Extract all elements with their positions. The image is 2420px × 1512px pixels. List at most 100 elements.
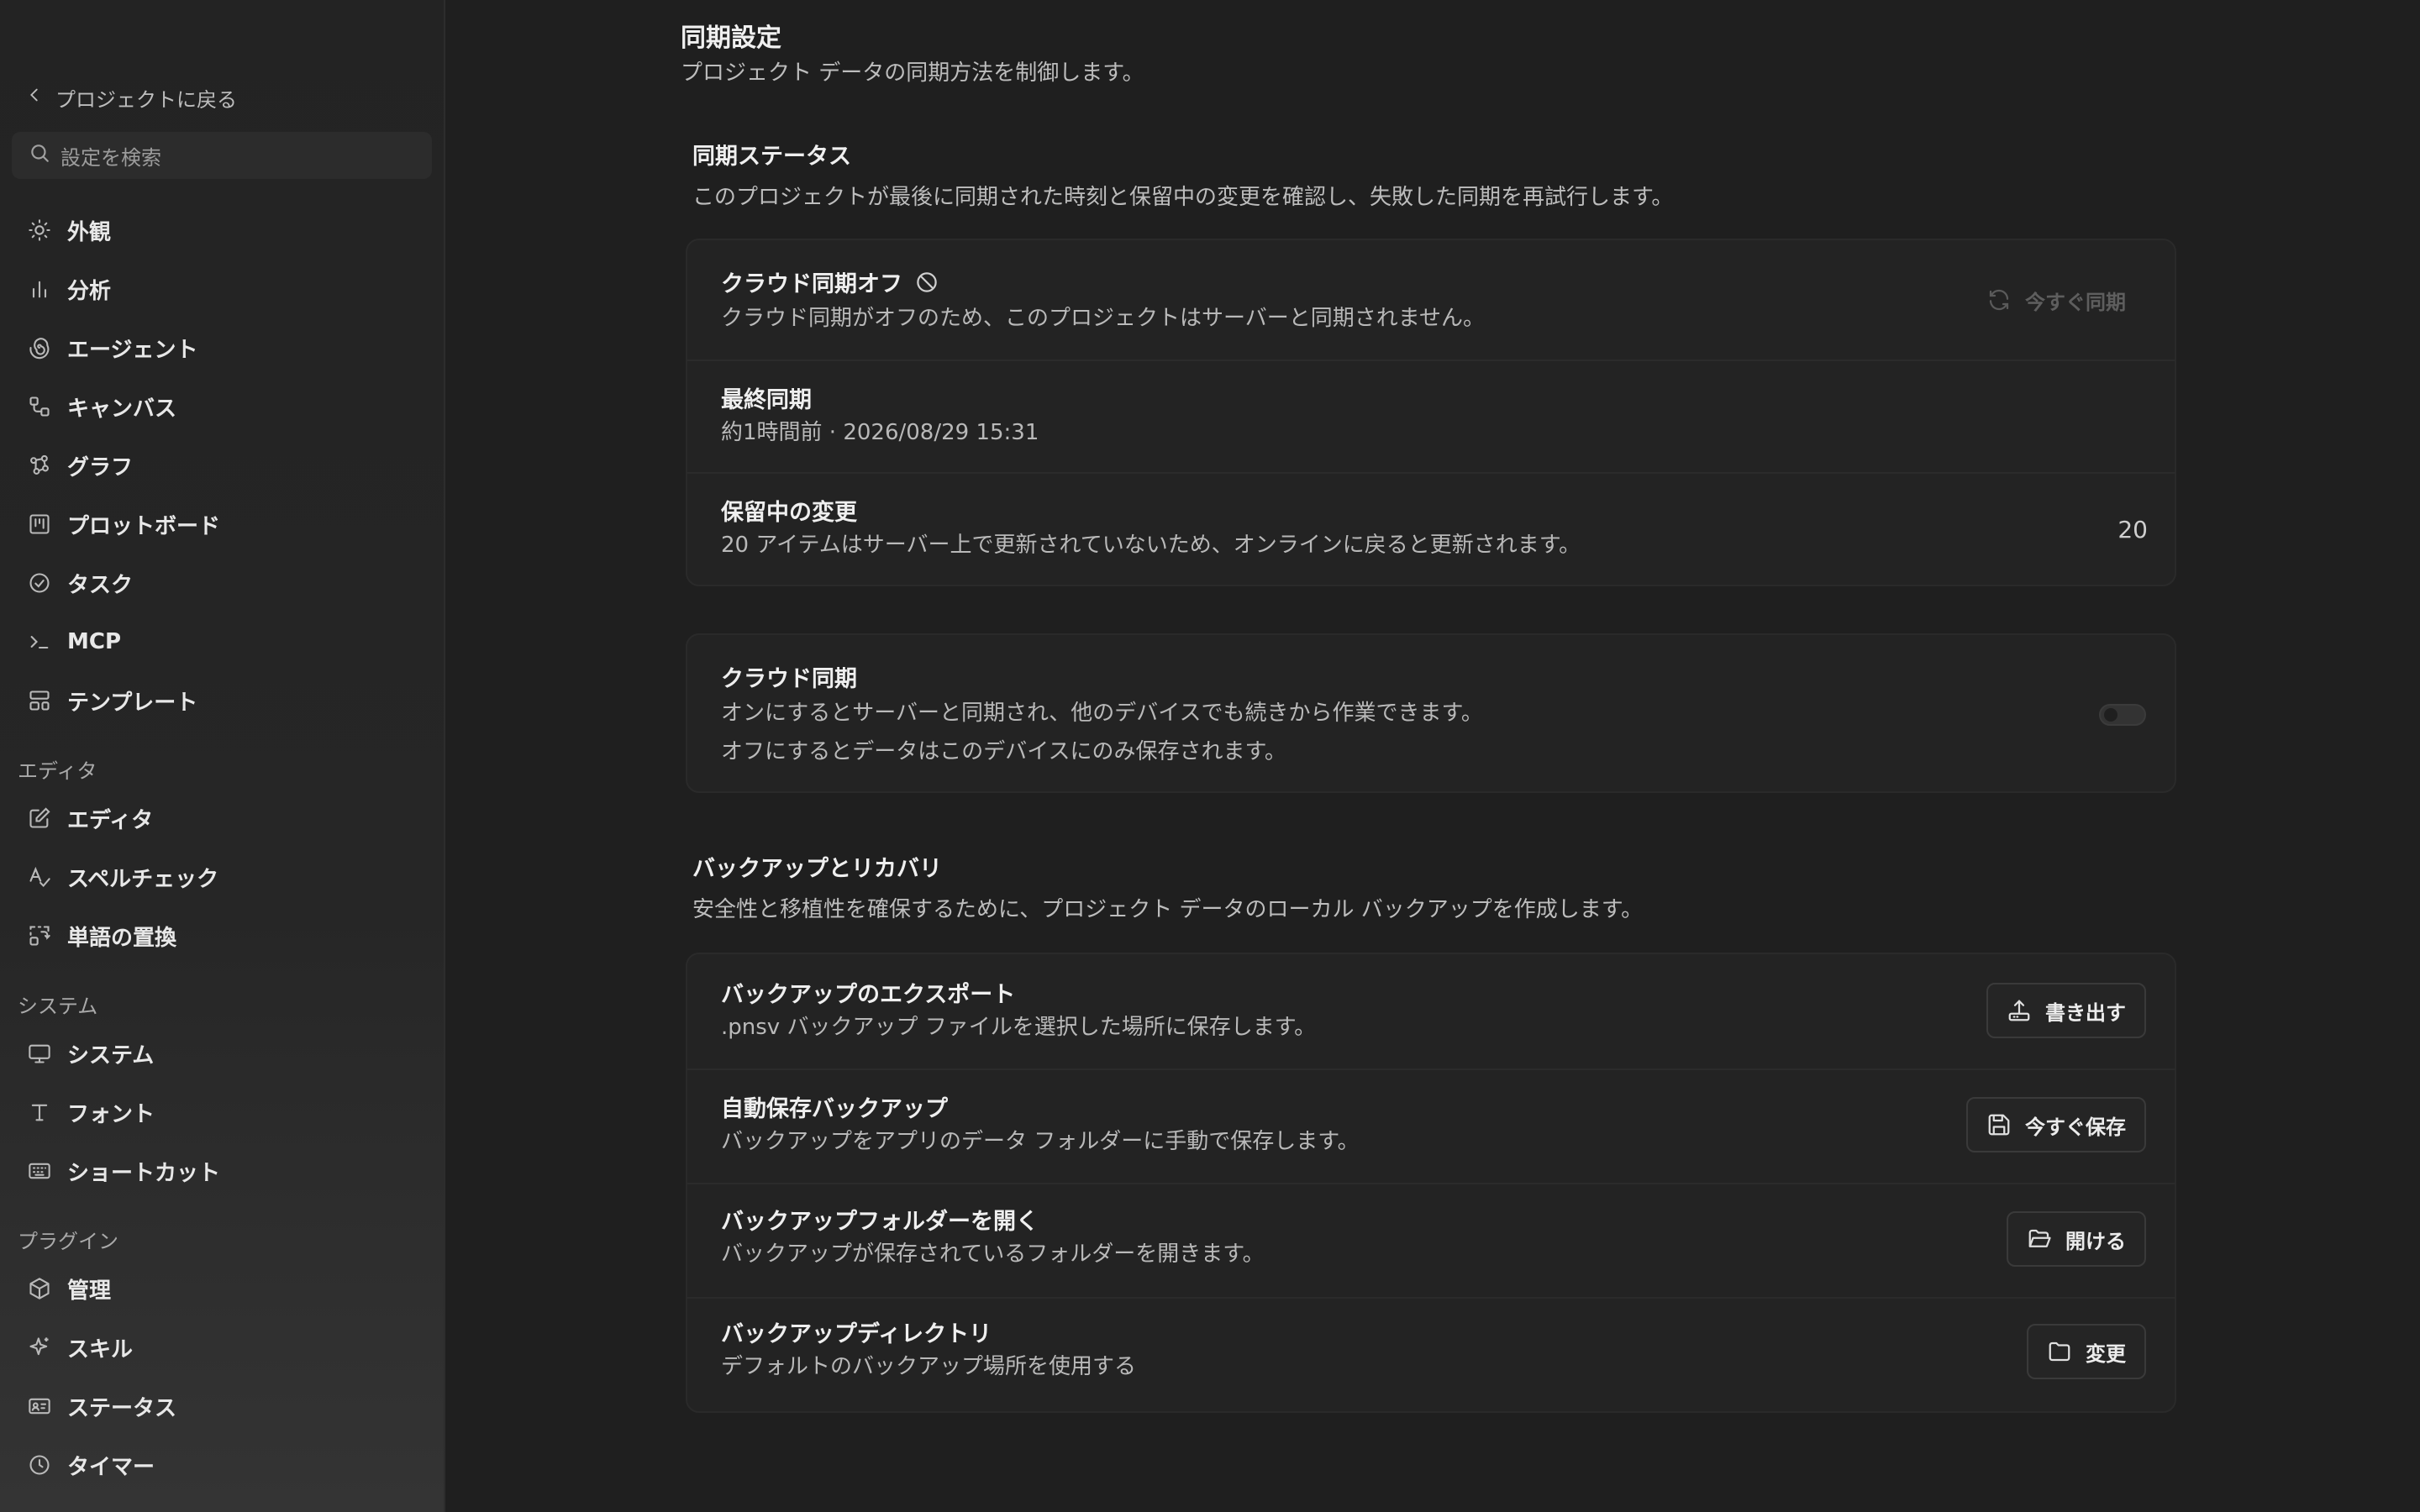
clock-icon <box>27 1452 52 1478</box>
backup-directory-description: デフォルトのバックアップ場所を使用する <box>721 1354 1137 1379</box>
change-directory-button[interactable]: 変更 <box>2027 1324 2146 1379</box>
keyboard-icon <box>27 1158 52 1184</box>
sidebar-item-appearance[interactable]: 外観 <box>12 207 432 254</box>
change-directory-label: 変更 <box>2086 1341 2126 1366</box>
backup-card: バックアップのエクスポート .pnsv バックアップ ファイルを選択した場所に保… <box>686 953 2176 1413</box>
sidebar-item-spellcheck[interactable]: スペルチェック <box>12 853 432 900</box>
sparkle-icon <box>27 1335 52 1360</box>
cloud-sync-off-title: クラウド同期オフ <box>721 265 939 298</box>
backup-directory-row: バックアップディレクトリ デフォルトのバックアップ場所を使用する 変更 <box>687 1297 2175 1411</box>
sidebar-item-label: タイマー <box>67 1454 155 1480</box>
last-sync-row: 最終同期 約1時間前 · 2026/08/29 15:31 <box>687 360 2175 472</box>
bar-chart-icon <box>27 276 52 302</box>
sync-now-button[interactable]: 今すぐ同期 <box>1968 272 2144 328</box>
sidebar-item-tasks[interactable]: タスク <box>12 559 432 606</box>
monitor-icon <box>27 1041 52 1066</box>
sidebar-item-label: グラフ <box>67 454 134 480</box>
box-icon <box>27 1276 52 1301</box>
kanban-icon <box>27 512 52 537</box>
group-label-plugins: プラグイン <box>18 1230 118 1253</box>
sidebar-item-label: キャンバス <box>67 396 177 422</box>
back-label: プロジェクトに戻る <box>55 87 237 112</box>
page-title: 同期設定 <box>681 24 781 53</box>
backup-directory-title: バックアップディレクトリ <box>721 1321 992 1347</box>
backup-export-description: .pnsv バックアップ ファイルを選択した場所に保存します。 <box>721 1015 1317 1040</box>
sidebar-item-graph[interactable]: グラフ <box>12 442 432 489</box>
save-now-label: 今すぐ保存 <box>2025 1115 2126 1139</box>
sidebar-item-agent[interactable]: エージェント <box>12 324 432 371</box>
sidebar-item-plotboard[interactable]: プロットボード <box>12 501 432 548</box>
search-icon <box>29 142 50 169</box>
sidebar-item-skills[interactable]: スキル <box>12 1324 432 1371</box>
sync-now-label: 今すぐ同期 <box>2025 290 2126 314</box>
sidebar-item-label: 管理 <box>67 1278 112 1304</box>
pending-changes-count: 20 <box>2118 516 2148 543</box>
spiral-icon <box>27 335 52 360</box>
open-folder-description: バックアップが保存されているフォルダーを開きます。 <box>721 1242 1265 1267</box>
sidebar-item-manage[interactable]: 管理 <box>12 1265 432 1312</box>
sidebar-item-shortcuts[interactable]: ショートカット <box>12 1147 432 1194</box>
sidebar-item-label: フォント <box>67 1101 155 1127</box>
chevron-left-icon <box>25 86 44 109</box>
sidebar-item-label: エディタ <box>67 807 154 833</box>
sidebar-item-analytics[interactable]: 分析 <box>12 265 432 312</box>
search-placeholder: 設定を検索 <box>60 145 161 170</box>
cloud-sync-line2: オフにするとデータはこのデバイスにのみ保存されます。 <box>721 739 1286 764</box>
save-now-button[interactable]: 今すぐ保存 <box>1966 1097 2146 1152</box>
sidebar-item-system[interactable]: システム <box>12 1030 432 1077</box>
last-sync-value: 約1時間前 · 2026/08/29 15:31 <box>721 420 1039 445</box>
sidebar-item-templates[interactable]: テンプレート <box>12 677 432 724</box>
folder-icon <box>2047 1339 2072 1364</box>
folder-open-icon <box>2027 1226 2052 1252</box>
sidebar-item-label: スペルチェック <box>67 866 219 892</box>
sidebar-item-label: ショートカット <box>67 1160 221 1186</box>
sidebar-item-label: テンプレート <box>67 690 198 716</box>
sidebar-item-label: 分析 <box>67 278 112 304</box>
id-card-icon <box>27 1394 52 1419</box>
canvas-icon <box>27 394 52 419</box>
sidebar-item-label: MCP <box>67 629 122 654</box>
sidebar-item-label: 外観 <box>67 219 112 245</box>
terminal-icon <box>27 629 52 654</box>
open-folder-row: バックアップフォルダーを開く バックアップが保存されているフォルダーを開きます。… <box>687 1183 2175 1297</box>
cloud-sync-off-label: クラウド同期オフ <box>721 271 902 297</box>
upload-icon <box>2007 998 2032 1023</box>
open-folder-title: バックアップフォルダーを開く <box>721 1209 1039 1235</box>
sidebar-item-label: システム <box>67 1042 155 1068</box>
pending-changes-description: 20 アイテムはサーバー上で更新されていないため、オンラインに戻ると更新されます… <box>721 533 1581 558</box>
pending-changes-row: 保留中の変更 20 アイテムはサーバー上で更新されていないため、オンラインに戻る… <box>687 472 2175 585</box>
export-label: 書き出す <box>2045 1000 2126 1025</box>
back-to-project-link[interactable]: プロジェクトに戻る <box>25 81 237 114</box>
refresh-icon <box>1986 287 2012 312</box>
sidebar-item-label: エージェント <box>67 337 198 363</box>
page-subtitle: プロジェクト データの同期方法を制御します。 <box>681 60 1144 86</box>
sidebar-item-editor[interactable]: エディタ <box>12 795 432 842</box>
sidebar-item-mcp[interactable]: MCP <box>12 618 432 665</box>
save-icon <box>1986 1112 2012 1137</box>
export-button[interactable]: 書き出す <box>1986 983 2146 1038</box>
sidebar-item-status[interactable]: ステータス <box>12 1383 432 1430</box>
sidebar-item-canvas[interactable]: キャンバス <box>12 383 432 430</box>
check-circle-icon <box>27 570 52 596</box>
autosave-row: 自動保存バックアップ バックアップをアプリのデータ フォルダーに手動で保存します… <box>687 1068 2175 1183</box>
sun-icon <box>27 218 52 243</box>
open-folder-button[interactable]: 開ける <box>2007 1211 2146 1267</box>
template-icon <box>27 688 52 713</box>
last-sync-title: 最終同期 <box>721 387 812 413</box>
cloud-sync-off-row: クラウド同期オフ クラウド同期がオフのため、このプロジェクトはサーバーと同期され… <box>687 240 2175 360</box>
edit-icon <box>27 806 52 831</box>
sync-status-description: このプロジェクトが最後に同期された時刻と保留中の変更を確認し、失敗した同期を再試… <box>692 185 1674 210</box>
settings-sidebar: プロジェクトに戻る 設定を検索 外観 分析 エージェント キャンバス グラフ プ… <box>0 0 445 1512</box>
cloud-sync-toggle[interactable] <box>2099 704 2146 726</box>
backup-export-title: バックアップのエクスポート <box>721 982 1016 1008</box>
sidebar-item-fonts[interactable]: フォント <box>12 1089 432 1136</box>
sidebar-item-label: プロットボード <box>67 513 221 539</box>
cloud-sync-line1: オンにするとサーバーと同期され、他のデバイスでも続きから作業できます。 <box>721 701 1483 726</box>
sidebar-item-label: スキル <box>67 1336 134 1362</box>
backup-title: バックアップとリカバリ <box>692 856 942 882</box>
settings-search-input[interactable]: 設定を検索 <box>12 132 432 179</box>
sidebar-item-word-replace[interactable]: 単語の置換 <box>12 912 432 959</box>
sync-status-card: クラウド同期オフ クラウド同期がオフのため、このプロジェクトはサーバーと同期され… <box>686 239 2176 586</box>
toggle-knob <box>2104 708 2118 722</box>
sidebar-item-timer[interactable]: タイマー <box>12 1441 432 1488</box>
